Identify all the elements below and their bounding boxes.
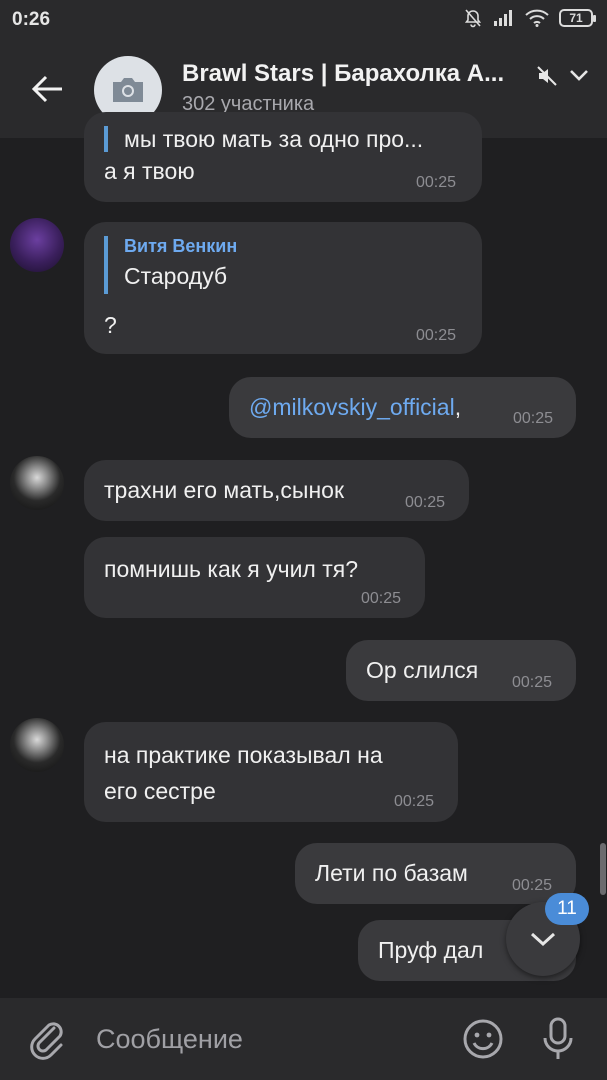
- status-icons: 71: [463, 8, 596, 28]
- message-time: 00:25: [416, 327, 457, 344]
- sender-avatar[interactable]: [10, 456, 64, 510]
- message-bubble-outgoing[interactable]: Лети по базам 00:25: [295, 843, 576, 904]
- message-bubble-outgoing[interactable]: Ор слился 00:25: [346, 640, 576, 701]
- unread-count-badge: 11: [545, 893, 589, 925]
- battery-icon: 71: [559, 9, 596, 27]
- wifi-icon: [525, 9, 549, 27]
- message-text: на практике показывал на: [104, 742, 383, 768]
- sender-avatar[interactable]: [10, 218, 64, 272]
- chat-title[interactable]: Brawl Stars | Барахолка А...: [182, 60, 504, 88]
- message-text: Пруф дал: [378, 937, 484, 963]
- message-text: трахни его мать,сынок: [104, 477, 345, 503]
- scrollbar[interactable]: [600, 843, 606, 895]
- message-text-line2: его сестре: [104, 778, 216, 804]
- message-time: 00:25: [512, 674, 553, 691]
- message-text: Ор слился: [366, 657, 479, 683]
- message-bubble[interactable]: мы твою мать за одно про... а я твою 00:…: [84, 112, 482, 202]
- message-bubble[interactable]: трахни его мать,сынок 00:25: [84, 460, 469, 521]
- reply-text: мы твою мать за одно про...: [124, 126, 424, 152]
- voice-record-button[interactable]: [540, 1016, 576, 1067]
- sender-avatar[interactable]: [10, 718, 64, 772]
- message-bubble[interactable]: помнишь как я учил тя? 00:25: [84, 537, 425, 618]
- message-input[interactable]: Сообщение: [96, 1024, 243, 1055]
- message-time: 00:25: [405, 494, 446, 511]
- reply-text: Стародуб: [124, 263, 228, 289]
- smiley-icon: [463, 1019, 503, 1059]
- mention-link[interactable]: @milkovskiy_official: [249, 394, 455, 420]
- chevron-down-icon: [530, 932, 556, 947]
- paperclip-icon: [30, 1022, 63, 1060]
- message-time: 00:25: [416, 174, 457, 191]
- muted-speaker-icon: [537, 66, 557, 86]
- notifications-off-icon: [464, 9, 482, 28]
- signal-icon: [494, 10, 512, 26]
- message-time: 00:25: [512, 877, 553, 894]
- back-button[interactable]: [26, 68, 68, 110]
- message-text: Лети по базам: [315, 860, 468, 886]
- chat-screen: 0:26 71 Brawl Stars | Барахолка А... 302…: [0, 0, 607, 1080]
- camera-icon: [113, 78, 143, 102]
- reply-quote[interactable]: мы твою мать за одно про...: [104, 126, 423, 152]
- message-composer: Сообщение: [0, 998, 607, 1080]
- message-time: 00:25: [513, 410, 554, 427]
- message-text: помнишь как я учил тя?: [104, 556, 359, 582]
- microphone-icon: [543, 1017, 573, 1059]
- message-text: ?: [104, 312, 117, 338]
- reply-author: Витя Венкин: [124, 236, 238, 256]
- battery-level: 71: [569, 11, 583, 25]
- attach-button[interactable]: [28, 1018, 66, 1065]
- reply-quote[interactable]: Витя Венкин Стародуб: [104, 236, 237, 294]
- status-bar: 0:26 71: [0, 0, 607, 42]
- status-time: 0:26: [12, 9, 51, 30]
- chevron-down-icon: [570, 70, 588, 81]
- message-bubble-outgoing[interactable]: @milkovskiy_official, 00:25: [229, 377, 576, 438]
- message-text: @milkovskiy_official,: [249, 390, 461, 424]
- message-bubble[interactable]: на практике показывал на его сестре 00:2…: [84, 722, 458, 822]
- message-text: а я твою: [104, 158, 195, 184]
- message-bubble[interactable]: Витя Венкин Стародуб ? 00:25: [84, 222, 482, 354]
- message-suffix: ,: [454, 394, 462, 420]
- chat-menu-button[interactable]: [568, 66, 590, 89]
- message-time: 00:25: [394, 793, 435, 810]
- emoji-button[interactable]: [462, 1018, 504, 1065]
- mute-button[interactable]: [536, 64, 560, 93]
- arrow-left-icon: [31, 75, 62, 103]
- message-time: 00:25: [361, 590, 402, 607]
